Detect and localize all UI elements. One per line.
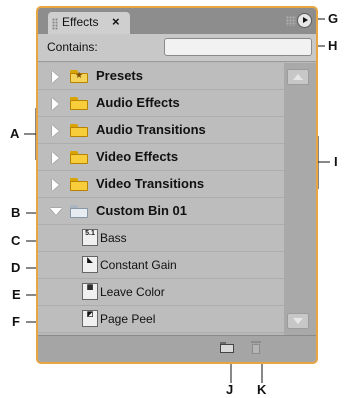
panel-grip-icon[interactable] — [286, 16, 296, 26]
video-transition-icon: ◩ — [82, 310, 98, 327]
folder-icon — [70, 151, 88, 164]
callout-f: F — [12, 314, 20, 329]
list-item-bass[interactable]: 5.1 Bass — [38, 225, 284, 252]
folder-icon — [70, 178, 88, 191]
callout-e: E — [12, 287, 21, 302]
expand-arrow-icon[interactable] — [52, 179, 59, 191]
list-item-label: Custom Bin 01 — [96, 203, 188, 218]
list-item-leave-color[interactable]: ▦ Leave Color — [38, 279, 284, 306]
callout-a: A — [10, 126, 20, 141]
callout-h: H — [328, 38, 338, 53]
callout-j: J — [226, 382, 234, 397]
effects-tab[interactable]: Effects × — [48, 12, 130, 34]
list-item-video-effects[interactable]: Video Effects — [38, 144, 284, 171]
expand-arrow-icon[interactable] — [52, 152, 59, 164]
folder-icon — [70, 97, 88, 110]
search-row: Contains: — [38, 34, 316, 62]
callout-d: D — [11, 260, 21, 275]
audio-effect-icon: 5.1 — [82, 229, 98, 246]
list-item-label: Audio Transitions — [96, 122, 206, 137]
effects-panel: Effects × Contains: ★ Presets Audio Effe… — [36, 6, 318, 364]
list-item-audio-effects[interactable]: Audio Effects — [38, 90, 284, 117]
contains-search-input[interactable] — [164, 38, 312, 56]
callout-c: C — [11, 233, 21, 248]
audio-transition-icon: ◣ — [82, 256, 98, 273]
expand-arrow-icon[interactable] — [52, 125, 59, 137]
panel-tab-bar: Effects × — [38, 8, 316, 34]
contains-label: Contains: — [47, 40, 98, 54]
effects-tab-label: Effects — [62, 15, 99, 29]
collapse-arrow-icon[interactable] — [50, 208, 62, 215]
panel-menu-button[interactable] — [297, 13, 312, 28]
new-bin-icon[interactable] — [220, 342, 234, 354]
effects-list: ★ Presets Audio Effects Audio Transition… — [38, 63, 284, 333]
list-item-label: Audio Effects — [96, 95, 180, 110]
vertical-scrollbar[interactable] — [284, 63, 316, 335]
callout-k: K — [257, 382, 267, 397]
list-item-label: Video Transitions — [96, 176, 205, 191]
list-item-video-transitions[interactable]: Video Transitions — [38, 171, 284, 198]
list-item-audio-transitions[interactable]: Audio Transitions — [38, 117, 284, 144]
expand-arrow-icon[interactable] — [52, 98, 59, 110]
callout-i: I — [334, 154, 338, 169]
list-item-constant-gain[interactable]: ◣ Constant Gain — [38, 252, 284, 279]
close-icon[interactable]: × — [112, 14, 120, 29]
list-item-label: Page Peel — [100, 312, 156, 326]
callout-b: B — [11, 205, 21, 220]
drag-grip-icon[interactable] — [52, 18, 58, 30]
panel-footer — [38, 335, 316, 362]
list-item-label: Video Effects — [96, 149, 179, 164]
video-effect-icon: ▦ — [82, 283, 98, 300]
list-item-label: Constant Gain — [100, 258, 177, 272]
list-item-label: Leave Color — [100, 285, 165, 299]
scroll-down-button[interactable] — [287, 313, 309, 329]
presets-folder-icon: ★ — [70, 70, 88, 83]
folder-icon — [70, 124, 88, 137]
list-item-page-peel[interactable]: ◩ Page Peel — [38, 306, 284, 333]
trash-icon[interactable] — [251, 341, 261, 354]
list-item-presets[interactable]: ★ Presets — [38, 63, 284, 90]
list-item-label: Presets — [96, 68, 143, 83]
list-item-label: Bass — [100, 231, 127, 245]
callout-g: G — [328, 11, 339, 26]
expand-arrow-icon[interactable] — [52, 71, 59, 83]
list-item-custom-bin[interactable]: Custom Bin 01 — [38, 198, 284, 225]
bin-icon — [70, 205, 88, 218]
scroll-up-button[interactable] — [287, 69, 309, 85]
